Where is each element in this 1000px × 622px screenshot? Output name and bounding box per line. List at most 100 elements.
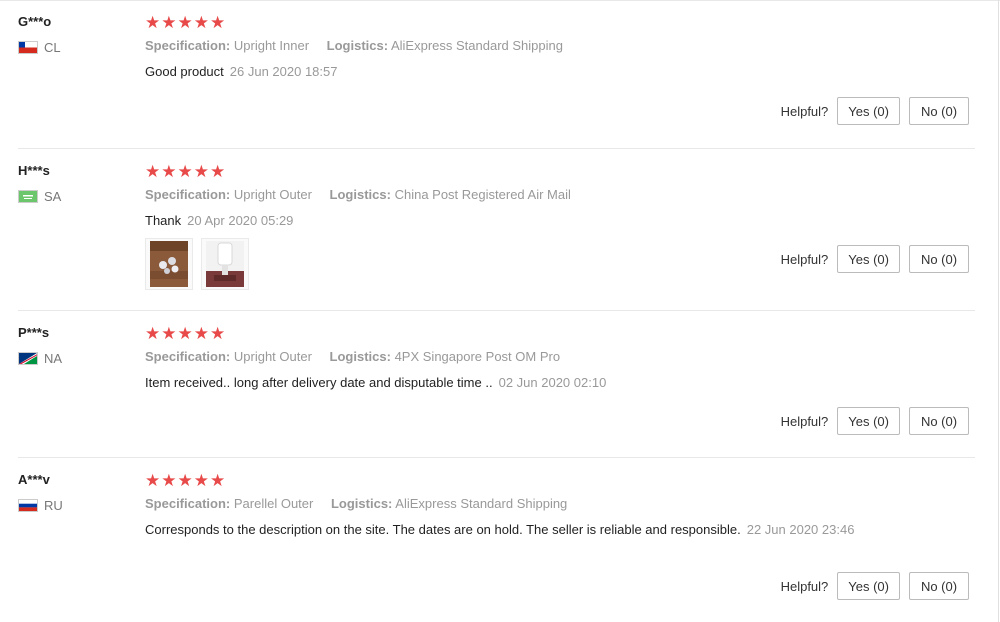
star-icon: ★	[193, 471, 209, 490]
spec-label: Specification:	[145, 349, 231, 364]
review-item: P***s NA ★ ★ ★ ★ ★ Specification: Upright Ou…	[0, 311, 975, 458]
star-rating: ★ ★ ★ ★ ★	[145, 14, 865, 32]
right-scroll-edge	[998, 0, 999, 622]
star-icon: ★	[193, 324, 209, 343]
review-meta: Specification: Upright Outer Logistics: …	[145, 349, 865, 364]
reviewer-country: RU	[18, 498, 63, 513]
namibia-flag-icon	[18, 352, 38, 365]
review-body: Item received.. long after delivery date…	[145, 375, 493, 390]
spec-label: Specification:	[145, 187, 231, 202]
star-rating: ★ ★ ★ ★ ★	[145, 163, 865, 181]
logistics-value: China Post Registered Air Mail	[394, 187, 571, 202]
country-code: NA	[44, 351, 63, 366]
review-text: Good product 26 Jun 2020 18:57	[145, 63, 865, 81]
helpful-yes-button[interactable]: Yes (0)	[837, 97, 900, 125]
helpful-no-button[interactable]: No (0)	[909, 97, 969, 125]
helpful-label: Helpful?	[780, 413, 829, 429]
review-item: A***v RU ★ ★ ★ ★ ★ Specification: Parellel O…	[0, 458, 975, 622]
star-icon: ★	[145, 162, 161, 181]
russia-flag-icon	[18, 499, 38, 512]
star-icon: ★	[145, 13, 161, 32]
review-date: 20 Apr 2020 05:29	[187, 213, 294, 228]
review-body: Corresponds to the description on the si…	[145, 522, 741, 537]
star-icon: ★	[193, 13, 209, 32]
review-date: 02 Jun 2020 02:10	[498, 375, 607, 390]
helpful-yes-button[interactable]: Yes (0)	[837, 245, 900, 273]
review-text: Corresponds to the description on the si…	[145, 521, 865, 539]
chile-flag-icon	[18, 41, 38, 54]
review-content: ★ ★ ★ ★ ★ Specification: Upright Outer Logis…	[145, 163, 865, 290]
reviewer-name: G***o	[18, 14, 52, 29]
helpful-label: Helpful?	[780, 251, 829, 267]
helpful-label: Helpful?	[780, 103, 829, 119]
star-rating: ★ ★ ★ ★ ★	[145, 325, 865, 343]
logistics-label: Logistics:	[330, 496, 393, 511]
reviewer-country: SA	[18, 189, 61, 204]
saudi-arabia-flag-icon	[18, 190, 38, 203]
review-photo-thumbnail[interactable]	[201, 238, 249, 290]
spec-value: Upright Inner	[233, 38, 310, 53]
star-icon: ★	[193, 162, 209, 181]
reviewer-name: H***s	[18, 163, 50, 178]
logistics-label: Logistics:	[326, 38, 389, 53]
reviewer-country: CL	[18, 40, 61, 55]
helpful-vote: Helpful? Yes (0) No (0)	[781, 407, 969, 435]
star-icon: ★	[161, 13, 177, 32]
star-icon: ★	[145, 471, 161, 490]
logistics-label: Logistics:	[329, 187, 391, 202]
country-code: RU	[44, 498, 63, 513]
review-meta: Specification: Upright Outer Logistics: …	[145, 187, 865, 202]
review-photo-thumbnail[interactable]	[145, 238, 193, 290]
review-content: ★ ★ ★ ★ ★ Specification: Parellel Outer Logi…	[145, 472, 865, 539]
reviewer-name: A***v	[18, 472, 50, 487]
star-icon: ★	[210, 471, 226, 490]
helpful-yes-button[interactable]: Yes (0)	[837, 572, 900, 600]
review-photos	[145, 238, 865, 290]
reviewer-country: NA	[18, 351, 62, 366]
logistics-label: Logistics:	[329, 349, 391, 364]
helpful-vote: Helpful? Yes (0) No (0)	[781, 97, 969, 125]
spray-gun-photo-icon	[206, 241, 244, 287]
reviewer-name: P***s	[18, 325, 50, 340]
star-rating: ★ ★ ★ ★ ★	[145, 472, 865, 490]
helpful-no-button[interactable]: No (0)	[909, 407, 969, 435]
star-icon: ★	[177, 162, 193, 181]
spec-label: Specification:	[145, 496, 231, 511]
star-icon: ★	[177, 13, 193, 32]
spec-value: Parellel Outer	[233, 496, 314, 511]
logistics-value: AliExpress Standard Shipping	[390, 38, 563, 53]
review-content: ★ ★ ★ ★ ★ Specification: Upright Outer Logis…	[145, 325, 865, 392]
review-text: Thank 20 Apr 2020 05:29	[145, 212, 865, 230]
review-meta: Specification: Parellel Outer Logistics:…	[145, 496, 865, 511]
review-date: 26 Jun 2020 18:57	[229, 64, 338, 79]
country-code: SA	[44, 189, 62, 204]
star-icon: ★	[177, 324, 193, 343]
review-content: ★ ★ ★ ★ ★ Specification: Upright Inner Logis…	[145, 14, 865, 81]
spec-value: Upright Outer	[233, 349, 312, 364]
review-date: 22 Jun 2020 23:46	[746, 522, 855, 537]
country-code: CL	[44, 40, 61, 55]
star-icon: ★	[210, 324, 226, 343]
star-icon: ★	[161, 324, 177, 343]
helpful-no-button[interactable]: No (0)	[909, 245, 969, 273]
helpful-label: Helpful?	[780, 578, 829, 594]
logistics-value: 4PX Singapore Post OM Pro	[394, 349, 561, 364]
logistics-value: AliExpress Standard Shipping	[395, 496, 568, 511]
helpful-vote: Helpful? Yes (0) No (0)	[781, 572, 969, 600]
star-icon: ★	[210, 162, 226, 181]
spec-value: Upright Outer	[233, 187, 312, 202]
helpful-yes-button[interactable]: Yes (0)	[837, 407, 900, 435]
star-icon: ★	[161, 471, 177, 490]
star-icon: ★	[177, 471, 193, 490]
spec-label: Specification:	[145, 38, 231, 53]
star-icon: ★	[210, 13, 226, 32]
helpful-no-button[interactable]: No (0)	[909, 572, 969, 600]
review-body: Good product	[145, 64, 224, 79]
review-text: Item received.. long after delivery date…	[145, 374, 865, 392]
helpful-vote: Helpful? Yes (0) No (0)	[781, 245, 969, 273]
review-item: H***s SA ★ ★ ★ ★ ★ Specification: Upright Ou…	[0, 149, 975, 311]
star-icon: ★	[145, 324, 161, 343]
review-item: G***o CL ★ ★ ★ ★ ★ Specification: Upright In…	[0, 0, 975, 149]
parts-photo-icon	[150, 241, 188, 287]
review-body: Thank	[145, 213, 182, 228]
